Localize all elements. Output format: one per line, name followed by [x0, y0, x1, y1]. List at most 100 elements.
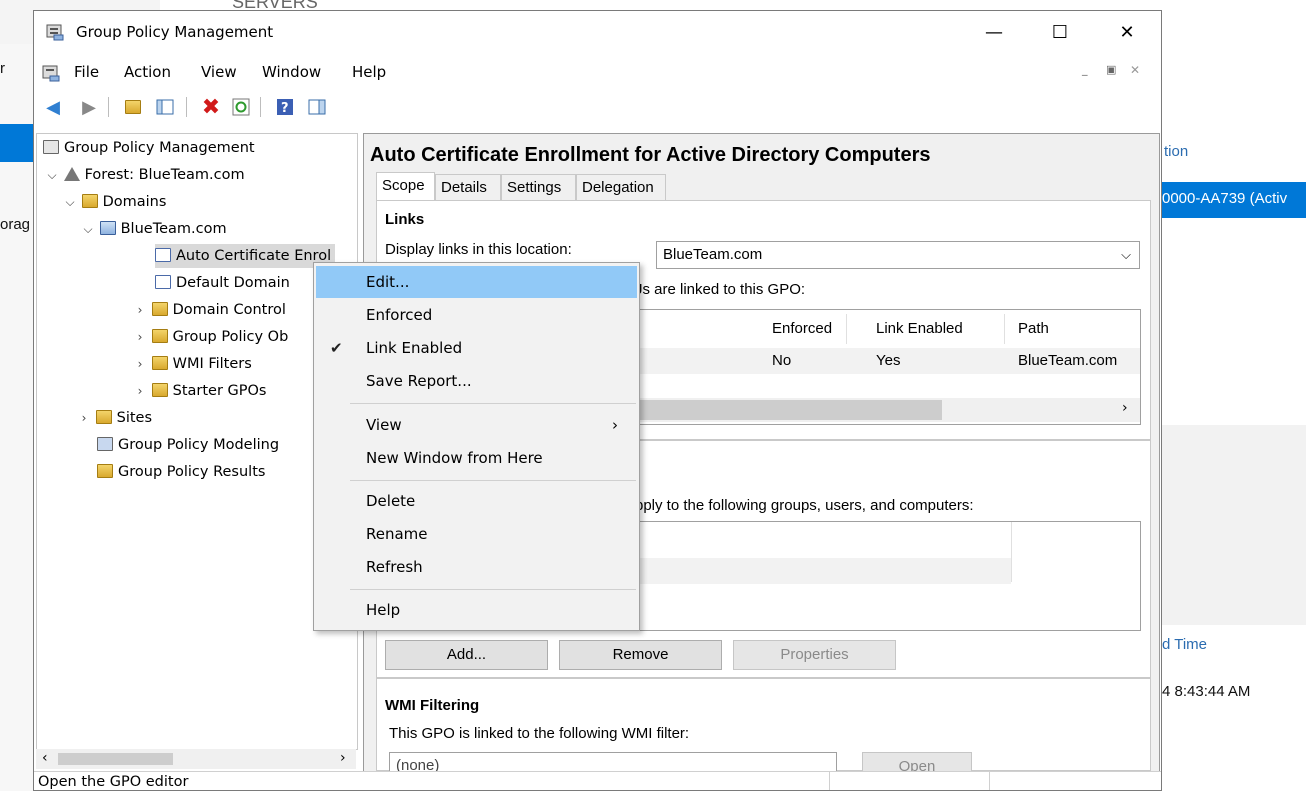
menu-item-new-window[interactable]: New Window from Here [316, 442, 637, 474]
cell-enforced: No [772, 352, 792, 369]
menu-item-rename[interactable]: Rename [316, 518, 637, 550]
chevron-down-icon[interactable]: ⌵ [45, 163, 59, 187]
column-divider [1011, 522, 1012, 582]
open-button[interactable]: Open [862, 752, 972, 771]
menu-item-view[interactable]: View › [316, 409, 637, 441]
tree-label: Forest: BlueTeam.com [84, 167, 245, 183]
menu-window[interactable]: Window [262, 63, 321, 81]
scroll-right-icon[interactable]: › [1122, 400, 1128, 416]
background-time-cell: 4 8:43:44 AM [1162, 683, 1251, 700]
chevron-right-icon[interactable]: › [77, 406, 91, 430]
column-link-enabled[interactable]: Link Enabled [876, 320, 963, 337]
tree-node-domains[interactable]: ⌵ Domains [63, 190, 166, 214]
menu-file[interactable]: File [74, 63, 99, 81]
delete-icon[interactable]: ✖ [200, 95, 222, 120]
scroll-left-icon[interactable]: ‹ [42, 750, 48, 766]
wmi-filter-value: (none) [396, 757, 440, 772]
tree-label: Default Domain [176, 275, 290, 291]
menu-action[interactable]: Action [124, 63, 171, 81]
tree-node-modeling[interactable]: Group Policy Modeling [97, 433, 279, 457]
tree-node-gpo-objects[interactable]: › Group Policy Ob [133, 325, 288, 349]
properties-pane-icon[interactable] [306, 96, 328, 118]
chevron-right-icon[interactable]: › [133, 298, 147, 322]
scroll-thumb[interactable] [58, 753, 173, 765]
menu-item-help[interactable]: Help [316, 594, 637, 626]
chevron-right-icon[interactable]: › [133, 379, 147, 403]
help-icon[interactable]: ? [274, 96, 296, 118]
tree-node-domain-controllers[interactable]: › Domain Control [133, 298, 286, 322]
links-heading: Links [385, 211, 425, 228]
menu-separator [350, 589, 636, 590]
tree-label: Group Policy Modeling [118, 437, 280, 453]
tab-delegation[interactable]: Delegation [576, 174, 666, 200]
minimize-button[interactable]: — [971, 11, 1017, 55]
wmi-filter-combobox[interactable]: (none) [389, 752, 837, 772]
properties-button[interactable]: Properties [733, 640, 896, 670]
forward-arrow-icon[interactable]: ▶ [78, 96, 100, 118]
tree-label: WMI Filters [172, 356, 252, 372]
tab-details[interactable]: Details [435, 174, 501, 200]
tree-node-domain[interactable]: ⌵ BlueTeam.com [81, 217, 227, 241]
chevron-right-icon[interactable]: › [133, 325, 147, 349]
tree-node-gpo-link-selected[interactable]: Auto Certificate Enrol [155, 244, 336, 268]
background-server-row: 0000-AA739 (Activ [1162, 190, 1288, 207]
up-folder-icon[interactable] [122, 96, 144, 118]
modeling-icon [97, 437, 113, 451]
scroll-right-icon[interactable]: › [340, 750, 346, 766]
chevron-down-icon[interactable]: ⌵ [63, 190, 77, 214]
tree-node-results[interactable]: Group Policy Results [97, 460, 265, 484]
add-button[interactable]: Add... [385, 640, 548, 670]
tree-label: Domains [102, 194, 167, 210]
chevron-down-icon[interactable]: ⌵ [81, 217, 95, 241]
child-close-icon[interactable]: ✕ [1130, 63, 1140, 77]
chevron-down-icon[interactable]: ⌵ [1121, 242, 1131, 268]
tree-label: Group Policy Results [118, 464, 266, 480]
child-restore-icon[interactable]: ▣ [1106, 63, 1116, 76]
title-bar[interactable]: Group Policy Management — ☐ ✕ [34, 11, 1161, 55]
column-path[interactable]: Path [1018, 320, 1049, 337]
tree-horizontal-scrollbar[interactable]: ‹ › [36, 749, 356, 769]
location-combobox[interactable]: BlueTeam.com ⌵ [656, 241, 1140, 269]
maximize-button[interactable]: ☐ [1037, 11, 1083, 55]
wmi-folder-icon [151, 356, 168, 370]
app-icon [46, 23, 64, 41]
child-minimize-icon[interactable]: _ [1082, 63, 1088, 76]
menu-help[interactable]: Help [352, 63, 386, 81]
background-selected-nav[interactable] [0, 124, 33, 162]
tree-node-starter-gpos[interactable]: › Starter GPOs [133, 379, 266, 403]
tree-node-default-domain[interactable]: Default Domain [155, 271, 290, 295]
tab-settings[interactable]: Settings [501, 174, 576, 200]
menu-item-enforced[interactable]: Enforced [316, 299, 637, 331]
display-links-label: Display links in this location: [385, 241, 572, 258]
show-hide-tree-icon[interactable] [154, 96, 176, 118]
tab-scope[interactable]: Scope [376, 172, 435, 200]
menu-item-link-enabled[interactable]: ✔ Link Enabled [316, 332, 637, 364]
section-divider [377, 677, 1150, 679]
menu-item-label: Enforced [366, 306, 433, 324]
close-button[interactable]: ✕ [1104, 11, 1150, 55]
menu-item-refresh[interactable]: Refresh [316, 551, 637, 583]
menu-view[interactable]: View [201, 63, 237, 81]
tree-label: Domain Control [172, 302, 286, 318]
window-title: Group Policy Management [76, 23, 274, 41]
back-arrow-icon[interactable]: ◀ [42, 96, 64, 118]
sites-icon [95, 410, 112, 424]
menu-item-delete[interactable]: Delete [316, 485, 637, 517]
menu-item-label: Delete [366, 492, 416, 510]
menu-item-label: Save Report... [366, 372, 472, 390]
tree-node-root[interactable]: Group Policy Management [43, 136, 255, 160]
menu-separator [350, 480, 636, 481]
tree-node-wmi-filters[interactable]: › WMI Filters [133, 352, 252, 376]
refresh-icon[interactable] [230, 96, 252, 118]
column-divider [846, 314, 847, 344]
column-enforced[interactable]: Enforced [772, 320, 832, 337]
menu-item-edit[interactable]: Edit... [316, 266, 637, 298]
gpo-link-icon [155, 248, 171, 262]
console-tree: Group Policy Management ⌵ Forest: BlueTe… [36, 133, 358, 750]
gpo-folder-icon [151, 329, 168, 343]
tree-node-forest[interactable]: ⌵ Forest: BlueTeam.com [45, 163, 245, 187]
tree-node-sites[interactable]: › Sites [77, 406, 152, 430]
chevron-right-icon[interactable]: › [133, 352, 147, 376]
remove-button[interactable]: Remove [559, 640, 722, 670]
menu-item-save-report[interactable]: Save Report... [316, 365, 637, 397]
